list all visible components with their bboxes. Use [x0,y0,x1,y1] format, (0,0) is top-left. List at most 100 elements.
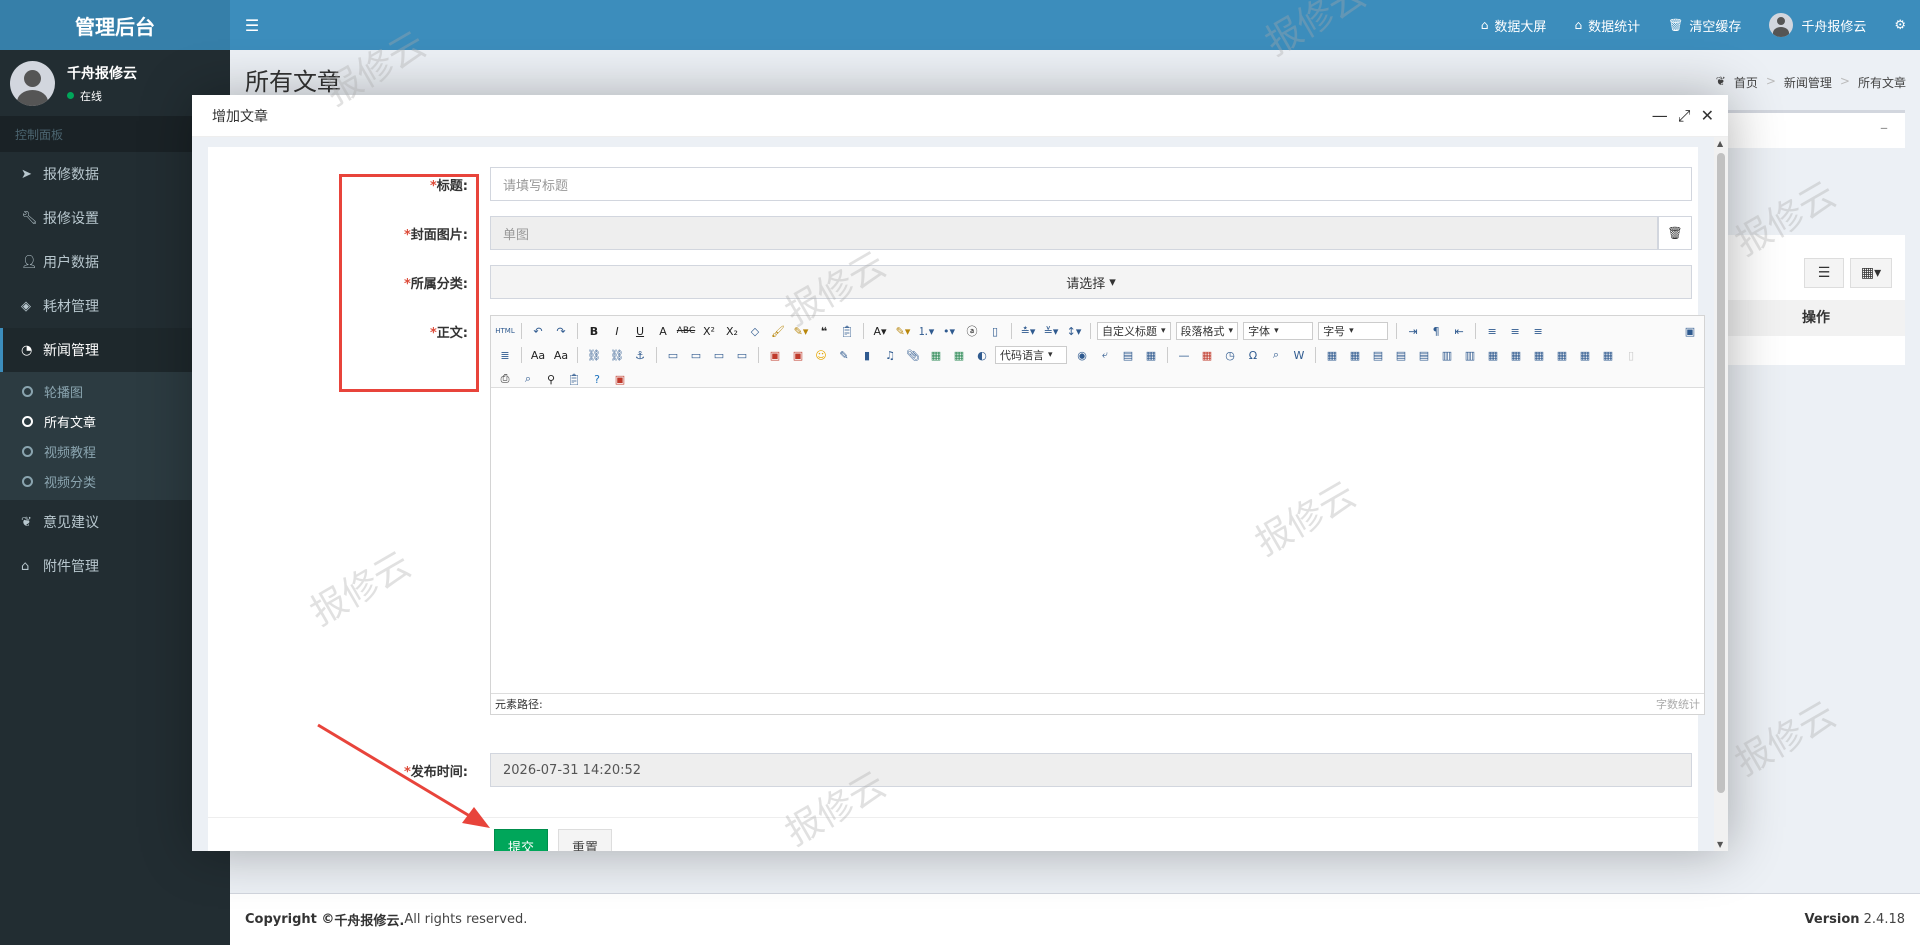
drafts-icon[interactable]: 📋︎ [564,369,584,389]
breadcrumb-home[interactable]: 首页 [1734,74,1758,91]
data-screen-link[interactable]: ⌂ 数据大屏 [1467,16,1561,35]
blockquote-icon[interactable]: ❝ [814,321,834,341]
delete-row-icon[interactable]: ▤ [1414,345,1434,365]
align-right-icon[interactable]: ≡ [1528,321,1548,341]
split-cols-icon[interactable]: ▦ [1598,345,1618,365]
delete-table-icon[interactable]: ▦ [1345,345,1365,365]
select-all-icon[interactable]: ⓐ [962,321,982,341]
submit-button[interactable]: 提交 [494,829,548,851]
html-source-icon[interactable]: HTML [495,321,515,341]
background-icon[interactable]: ▤ [1118,345,1138,365]
code-language-select[interactable]: 代码语言 [995,346,1067,364]
anchor-icon[interactable]: ⚓︎ [630,345,650,365]
italic-icon[interactable]: I [607,321,627,341]
font-size-select[interactable]: 字号 [1318,322,1389,340]
music-icon[interactable]: ♫ [880,345,900,365]
superscript-icon[interactable]: X² [699,321,719,341]
special-chars-icon[interactable]: Ω [1243,345,1263,365]
direction-rtl-icon[interactable]: ¶ [1426,321,1446,341]
list-view-button[interactable]: ☰ [1804,258,1844,288]
fullscreen-icon[interactable]: ▣ [1680,321,1700,341]
uppercase-icon[interactable]: Aa [528,345,548,365]
cover-image-input[interactable]: 单图 [490,216,1658,250]
publish-time-input[interactable]: 2026-07-31 14:20:52 [490,753,1692,787]
row-spacing-bottom-icon[interactable]: ≚▾ [1041,321,1061,341]
undo-icon[interactable]: ↶ [528,321,548,341]
direction-ltr-icon[interactable]: ⇥ [1403,321,1423,341]
scrawl-icon[interactable]: ✎ [834,345,854,365]
settings-gear-icon[interactable]: ⚙ [1880,18,1920,33]
image-none-icon[interactable]: ▭ [663,345,683,365]
date-icon[interactable]: ▦ [1197,345,1217,365]
editor-content-area[interactable] [491,388,1704,693]
user-menu[interactable]: 千舟报修云 [1755,13,1880,37]
emotion-icon[interactable]: ☺ [811,345,831,365]
data-stats-link[interactable]: ⌂ 数据统计 [1560,16,1654,35]
print-icon[interactable]: ⎙ [495,369,515,389]
ordered-list-icon[interactable]: ⒈▾ [916,321,936,341]
eraser-icon[interactable]: ◇ [745,321,765,341]
format-brush-icon[interactable]: 🖌︎ [768,321,788,341]
breadcrumb-news[interactable]: 新闻管理 [1784,74,1832,91]
font-color-icon[interactable]: A▾ [870,321,890,341]
close-icon[interactable]: ✕ [1701,106,1714,125]
category-select[interactable]: 请选择 ▾ [490,265,1692,299]
split-cells-icon[interactable]: ▦ [1552,345,1572,365]
redo-icon[interactable]: ↷ [551,321,571,341]
app-logo[interactable]: 管理后台 [0,0,230,50]
minimize-icon[interactable]: — [1652,106,1668,125]
map-icon[interactable]: ▦ [926,345,946,365]
title-input[interactable]: 请填写标题 [490,167,1692,201]
merge-right-icon[interactable]: ▦ [1506,345,1526,365]
merge-down-icon[interactable]: ▦ [1529,345,1549,365]
insert-frame-icon[interactable]: ◐ [972,345,992,365]
split-rows-icon[interactable]: ▦ [1575,345,1595,365]
collapse-icon[interactable]: – [1880,118,1888,137]
line-height-icon[interactable]: ↕▾ [1064,321,1084,341]
image-right-icon[interactable]: ▭ [709,345,729,365]
background-color-icon[interactable]: ✎▾ [893,321,913,341]
search-replace-icon[interactable]: ⌕ [1266,345,1286,365]
horizontal-rule-icon[interactable]: — [1174,345,1194,365]
image-center-icon[interactable]: ▭ [732,345,752,365]
clear-cache-link[interactable]: 🗑︎ 清空缓存 [1654,16,1755,35]
copyright-brand[interactable]: 千舟报修云. [334,910,404,929]
help-icon[interactable]: ? [587,369,607,389]
strikethrough-icon[interactable]: ABC [676,321,696,341]
merge-cells-icon[interactable]: ▦ [1483,345,1503,365]
custom-title-select[interactable]: 自定义标题 [1097,322,1171,340]
scroll-up-icon[interactable]: ▲ [1717,139,1723,148]
font-family-select[interactable]: 字体 [1243,322,1314,340]
modal-scrollbar[interactable]: ▲ ▼ [1714,137,1728,851]
scroll-thumb[interactable] [1717,153,1725,793]
paste-text-icon[interactable]: 📋︎ [837,321,857,341]
menu-toggle-icon[interactable]: ☰ [230,16,274,35]
align-left-icon[interactable]: ≡ [1482,321,1502,341]
attachment-icon[interactable]: 📎︎ [903,345,923,365]
row-spacing-top-icon[interactable]: ≛▾ [1018,321,1038,341]
scroll-down-icon[interactable]: ▼ [1717,840,1723,849]
reset-button[interactable]: 重置 [558,829,612,851]
word-image-icon[interactable]: W [1289,345,1309,365]
gmap-icon[interactable]: ▦ [949,345,969,365]
paragraph-format-select[interactable]: 段落格式 [1175,322,1239,340]
time-icon[interactable]: ◷ [1220,345,1240,365]
underline-icon[interactable]: U [630,321,650,341]
unordered-list-icon[interactable]: •▾ [939,321,959,341]
lowercase-icon[interactable]: Aa [551,345,571,365]
preview-icon[interactable]: ⌕ [518,369,538,389]
simple-upload-icon[interactable]: ▣ [765,345,785,365]
align-center-icon[interactable]: ≡ [1505,321,1525,341]
page-break-icon[interactable]: ⤶ [1095,345,1115,365]
insert-col-icon[interactable]: ▥ [1437,345,1457,365]
auto-format-icon[interactable]: ✎▾ [791,321,811,341]
subscript-icon[interactable]: X₂ [722,321,742,341]
image-left-icon[interactable]: ▭ [686,345,706,365]
insert-row-icon[interactable]: ▤ [1391,345,1411,365]
justify-icon[interactable]: ≣ [495,345,515,365]
insert-video-icon[interactable]: ▮ [857,345,877,365]
clear-doc-icon[interactable]: ▯ [985,321,1005,341]
template-lib-icon[interactable]: ▦ [1141,345,1161,365]
indent-icon[interactable]: ⇤ [1449,321,1469,341]
unlink-icon[interactable]: ⛓︎ [607,345,627,365]
